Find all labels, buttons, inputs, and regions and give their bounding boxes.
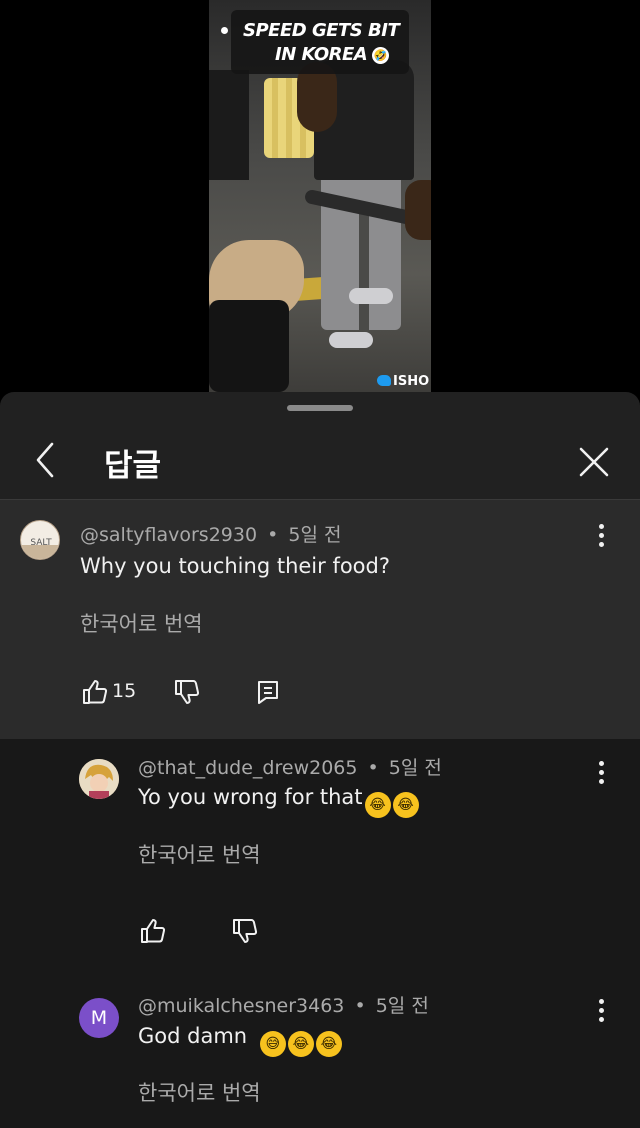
joy-emoji-icon: 😂 (315, 1031, 342, 1057)
translate-link[interactable]: 한국어로 번역 (138, 839, 261, 869)
reply-comment: M @muikalchesner3463 • 5일 전 God damn 😅 😂 😂… (0, 979, 640, 1128)
reply-icon[interactable] (254, 678, 282, 706)
avatar[interactable] (79, 759, 119, 799)
like-count: 15 (112, 680, 137, 702)
bystander-figure (209, 70, 249, 180)
dislike-icon[interactable] (172, 678, 200, 706)
comment-text: God damn (138, 1024, 248, 1048)
black-bag (209, 300, 289, 392)
close-icon (579, 447, 609, 477)
comment-meta: @muikalchesner3463 • 5일 전 (138, 991, 429, 1018)
dislike-icon[interactable] (230, 917, 258, 945)
more-options-icon[interactable] (595, 524, 607, 550)
twitter-bird-icon (377, 375, 391, 386)
comment-author[interactable]: @muikalchesner3463 (138, 995, 344, 1017)
comment-text-row: Yo you wrong for that 😂 😂 (138, 785, 419, 818)
avatar[interactable]: SALT (20, 520, 60, 560)
joy-emoji-icon: 😂 (364, 792, 391, 818)
comment-author[interactable]: @saltyflavors2930 (80, 524, 257, 546)
drag-handle[interactable] (287, 405, 353, 411)
translate-link[interactable]: 한국어로 번역 (80, 608, 203, 638)
comment-time: 5일 전 (375, 995, 429, 1017)
joy-emoji-icon: 😂 (287, 1031, 314, 1057)
video-watermark: ISHO (377, 374, 429, 389)
watermark-text: ISHO (393, 374, 430, 389)
salt-shaker-avatar-icon: SALT (21, 538, 59, 559)
meta-separator: • (354, 995, 366, 1017)
video-caption-line2: IN KOREA (275, 44, 368, 65)
comment-text: Yo you wrong for that (138, 785, 363, 809)
comment-meta: @that_dude_drew2065 • 5일 전 (138, 753, 442, 780)
like-icon[interactable] (80, 678, 108, 706)
avatar-letter: M (90, 1007, 108, 1029)
parent-comment: SALT @saltyflavors2930 • 5일 전 Why you to… (0, 500, 640, 739)
rofl-emoji-icon: 🤣 (372, 47, 389, 64)
video-caption-line1: SPEED GETS BIT (243, 20, 400, 41)
comment-author[interactable]: @that_dude_drew2065 (138, 757, 357, 779)
joy-emoji-icon: 😂 (392, 792, 419, 818)
comment-time: 5일 전 (288, 524, 342, 546)
anime-avatar-icon (79, 759, 119, 799)
avatar-text: SALT (30, 538, 52, 548)
caption-bullet-icon (221, 27, 228, 34)
reply-comment: @that_dude_drew2065 • 5일 전 Yo you wrong … (0, 739, 640, 979)
shoe-left (349, 288, 393, 304)
chevron-left-icon (36, 442, 54, 478)
video-player[interactable]: SPEED GETS BIT IN KOREA 🤣 ISHO (209, 0, 431, 392)
more-options-icon[interactable] (595, 761, 607, 787)
close-button[interactable] (574, 442, 614, 482)
pants-gap (359, 205, 369, 330)
like-icon[interactable] (138, 917, 166, 945)
replies-sheet: 답글 SALT @saltyflavors2930 • 5일 전 Why you… (0, 392, 640, 1128)
translate-link[interactable]: 한국어로 번역 (138, 1077, 261, 1107)
shoe-right (329, 332, 373, 348)
comment-meta: @saltyflavors2930 • 5일 전 (80, 520, 341, 547)
comment-actions (138, 917, 278, 947)
comment-time: 5일 전 (388, 757, 442, 779)
avatar[interactable]: M (79, 998, 119, 1038)
comment-actions: 15 (80, 678, 300, 708)
pointing-person (405, 180, 431, 240)
comment-text-row: God damn 😅 😂 😂 (138, 1024, 342, 1057)
meta-separator: • (267, 524, 279, 546)
comment-text: Why you touching their food? (80, 554, 391, 578)
sheet-title: 답글 (104, 448, 162, 484)
sweat-smile-emoji-icon: 😅 (259, 1031, 286, 1057)
meta-separator: • (367, 757, 379, 779)
more-options-icon[interactable] (595, 999, 607, 1025)
back-button[interactable] (28, 440, 62, 480)
